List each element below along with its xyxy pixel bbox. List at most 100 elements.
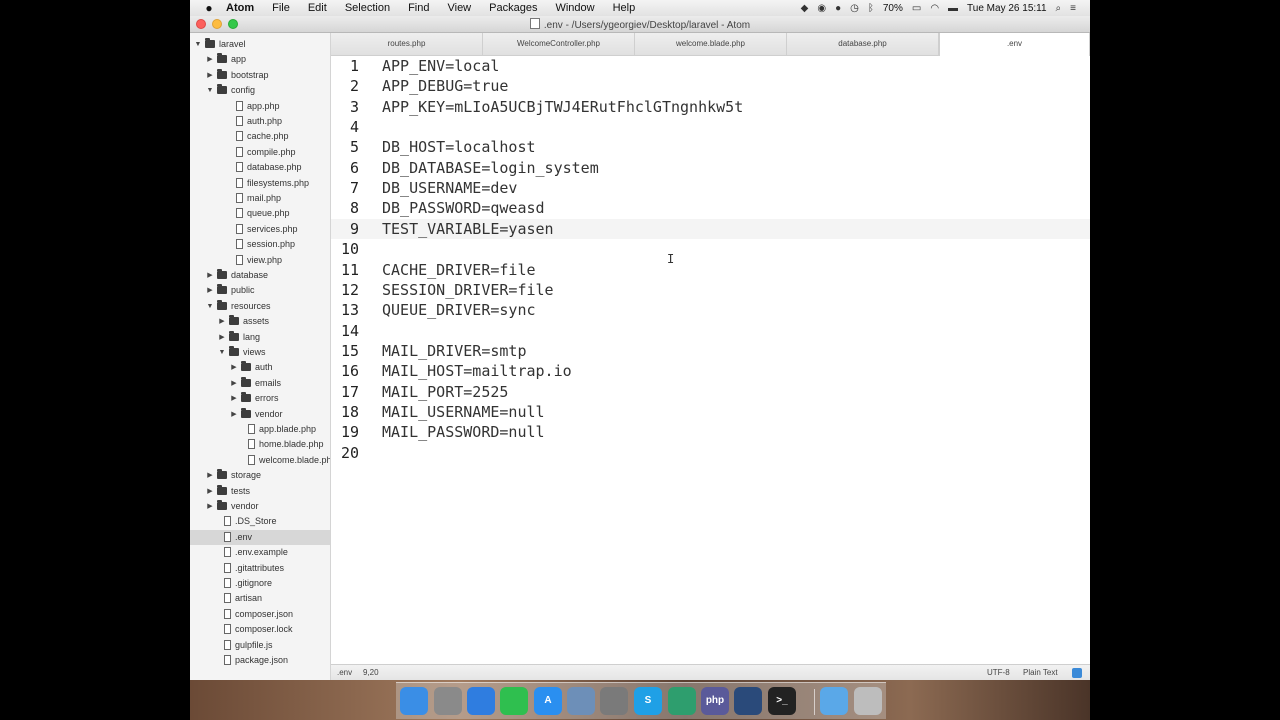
trash-icon[interactable] xyxy=(854,687,882,715)
chevron-right-icon[interactable]: ▶ xyxy=(230,376,238,391)
menu-selection[interactable]: Selection xyxy=(345,2,390,14)
tree-file[interactable]: .gitignore xyxy=(190,576,330,591)
downloads-folder-icon[interactable] xyxy=(820,687,848,715)
code-line[interactable]: 2 APP_DEBUG=true xyxy=(331,76,1090,96)
tree-file[interactable]: composer.json xyxy=(190,607,330,622)
apple-menu-icon[interactable]: ● xyxy=(202,1,216,15)
tab-database-php[interactable]: database.php xyxy=(787,33,939,55)
tree-folder[interactable]: ▶ vendor xyxy=(190,407,330,422)
tree-file[interactable]: app.php xyxy=(190,99,330,114)
tab-routes-php[interactable]: routes.php xyxy=(331,33,483,55)
tree-file[interactable]: services.php xyxy=(190,222,330,237)
battery-icon[interactable]: ▭ xyxy=(912,3,921,14)
code-line[interactable]: 14 xyxy=(331,321,1090,341)
tree-file[interactable]: cache.php xyxy=(190,129,330,144)
code-line[interactable]: 7 DB_USERNAME=dev xyxy=(331,178,1090,198)
tree-folder[interactable]: ▶ app xyxy=(190,52,330,67)
tree-folder[interactable]: ▶ lang xyxy=(190,330,330,345)
menu-edit[interactable]: Edit xyxy=(308,2,327,14)
status-file-name[interactable]: .env xyxy=(337,665,352,680)
flag-icon[interactable]: ▬ xyxy=(948,3,958,14)
menu-find[interactable]: Find xyxy=(408,2,429,14)
text-editor[interactable]: 20 19 MAIL_PASSWORD=null 18 MAIL_USERNAME=nu… xyxy=(331,56,1090,664)
chevron-right-icon[interactable]: ▶ xyxy=(206,283,214,298)
code-line[interactable]: 18 MAIL_USERNAME=null xyxy=(331,402,1090,422)
tree-folder[interactable]: ▼ views xyxy=(190,345,330,360)
chevron-right-icon[interactable]: ▶ xyxy=(206,484,214,499)
chevron-right-icon[interactable]: ▶ xyxy=(230,407,238,422)
safari-icon[interactable] xyxy=(467,687,495,715)
skype-icon[interactable]: S xyxy=(634,687,662,715)
chevron-down-icon[interactable]: ▼ xyxy=(206,299,214,314)
code-line[interactable]: 6 DB_DATABASE=login_system xyxy=(331,158,1090,178)
tree-file[interactable]: .DS_Store xyxy=(190,514,330,529)
chevron-right-icon[interactable]: ▶ xyxy=(218,314,226,329)
record-icon[interactable]: ● xyxy=(835,3,841,14)
tree-folder[interactable]: ▶ errors xyxy=(190,391,330,406)
dropbox-icon[interactable]: ◆ xyxy=(801,3,809,14)
system-preferences-icon[interactable] xyxy=(600,687,628,715)
tree-folder[interactable]: ▶ tests xyxy=(190,484,330,499)
menu-file[interactable]: File xyxy=(272,2,290,14)
menu-atom[interactable]: Atom xyxy=(226,2,254,14)
chevron-right-icon[interactable]: ▶ xyxy=(206,499,214,514)
menu-help[interactable]: Help xyxy=(613,2,636,14)
tree-file[interactable]: welcome.blade.php xyxy=(190,453,330,468)
chevron-right-icon[interactable]: ▶ xyxy=(206,68,214,83)
status-encoding[interactable]: UTF-8 xyxy=(987,665,1010,680)
tree-file[interactable]: session.php xyxy=(190,237,330,252)
code-line[interactable]: 19 MAIL_PASSWORD=null xyxy=(331,422,1090,442)
menu-view[interactable]: View xyxy=(447,2,471,14)
code-line[interactable]: 9 TEST_VARIABLE=yasen xyxy=(331,218,1090,239)
chevron-down-icon[interactable]: ▼ xyxy=(194,37,202,52)
chevron-right-icon[interactable]: ▶ xyxy=(230,391,238,406)
app-store-icon[interactable]: A xyxy=(534,687,562,715)
code-line[interactable]: 11 CACHE_DRIVER=file xyxy=(331,260,1090,280)
tree-folder[interactable]: ▶ bootstrap xyxy=(190,68,330,83)
time-machine-icon[interactable]: ◷ xyxy=(850,3,859,14)
chevron-right-icon[interactable]: ▶ xyxy=(218,330,226,345)
notification-center-icon[interactable]: ≡ xyxy=(1070,3,1076,14)
php-storm-icon[interactable]: php xyxy=(701,687,729,715)
tree-file[interactable]: mail.php xyxy=(190,191,330,206)
wifi-icon[interactable]: ◠ xyxy=(930,3,939,14)
tree-folder[interactable]: ▶ assets xyxy=(190,314,330,329)
launchpad-icon[interactable] xyxy=(434,687,462,715)
tree-file[interactable]: database.php xyxy=(190,160,330,175)
tree-file[interactable]: view.php xyxy=(190,253,330,268)
finder-icon[interactable] xyxy=(400,687,428,715)
atom-icon[interactable] xyxy=(668,687,696,715)
tree-file[interactable]: gulpfile.js xyxy=(190,638,330,653)
tab-env[interactable]: .env xyxy=(939,33,1090,56)
tree-folder[interactable]: ▶ database xyxy=(190,268,330,283)
code-line[interactable]: 4 xyxy=(331,117,1090,137)
code-line[interactable]: 5 DB_HOST=localhost xyxy=(331,137,1090,157)
tree-file[interactable]: .env.example xyxy=(190,545,330,560)
menu-clock[interactable]: Tue May 26 15:11 xyxy=(967,3,1047,14)
skype-status-icon[interactable]: ◉ xyxy=(817,3,826,14)
code-line[interactable]: 3 APP_KEY=mLIoA5UCBjTWJ4ERutFhclGTngnhkw5… xyxy=(331,97,1090,117)
bluetooth-icon[interactable]: ᛒ xyxy=(868,3,874,14)
status-cursor-position[interactable]: 9,20 xyxy=(363,665,379,680)
tree-folder[interactable]: ▼ laravel xyxy=(190,37,330,52)
chevron-down-icon[interactable]: ▼ xyxy=(206,83,214,98)
tree-file[interactable]: filesystems.php xyxy=(190,176,330,191)
code-line[interactable]: 8 DB_PASSWORD=qweasd xyxy=(331,198,1090,218)
preview-icon[interactable] xyxy=(567,687,595,715)
tree-folder[interactable]: ▼ config xyxy=(190,83,330,98)
quicktime-icon[interactable] xyxy=(734,687,762,715)
tab-welcome-blade-php[interactable]: welcome.blade.php xyxy=(635,33,787,55)
tree-folder[interactable]: ▼ resources xyxy=(190,299,330,314)
code-line[interactable]: 15 MAIL_DRIVER=smtp xyxy=(331,341,1090,361)
tree-file[interactable]: queue.php xyxy=(190,206,330,221)
feedback-bird-icon[interactable] xyxy=(1072,668,1082,678)
tree-file[interactable]: .env xyxy=(190,529,330,545)
chevron-down-icon[interactable]: ▼ xyxy=(218,345,226,360)
menu-window[interactable]: Window xyxy=(555,2,594,14)
tab-welcomecontroller-php[interactable]: WelcomeController.php xyxy=(483,33,635,55)
tree-file[interactable]: package.json xyxy=(190,653,330,668)
spotlight-icon[interactable]: ⌕ xyxy=(1056,3,1062,14)
code-line[interactable]: 13 QUEUE_DRIVER=sync xyxy=(331,300,1090,320)
spotify-icon[interactable] xyxy=(500,687,528,715)
code-line[interactable]: 1 APP_ENV=local xyxy=(331,56,1090,76)
